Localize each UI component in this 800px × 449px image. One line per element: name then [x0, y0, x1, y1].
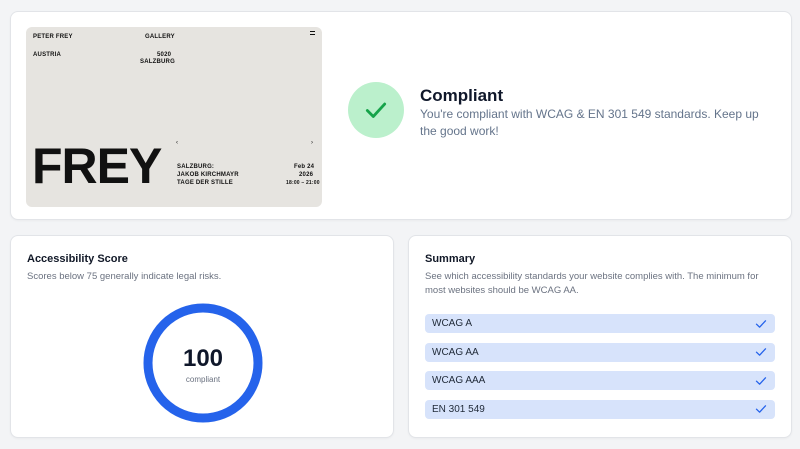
preview-city: SALZBURG — [140, 59, 175, 65]
standard-row-wcag-a: WCAG A — [425, 314, 775, 333]
preview-event-time: 18:00 – 21:00 — [286, 180, 320, 186]
preview-big-word: FREY — [32, 138, 162, 194]
score-value: 100 — [182, 345, 224, 372]
summary-subtitle: See which accessibility standards your w… — [425, 271, 759, 296]
preview-arrow-right-icon: › — [311, 140, 313, 146]
preview-event-title: TAGE DER STILLE — [177, 180, 233, 186]
score-subtitle: Scores below 75 generally indicate legal… — [27, 271, 222, 282]
preview-event-year: 2026 — [299, 172, 314, 178]
preview-header-center: GALLERY — [145, 34, 175, 40]
accessibility-score-card: Accessibility Score Scores below 75 gene… — [10, 235, 394, 438]
standard-row-en-301-549: EN 301 549 — [425, 399, 775, 419]
score-label: compliant — [185, 375, 221, 384]
standard-row-wcag-aaa: WCAG AAA — [425, 371, 775, 390]
preview-event-date: Feb 24 — [294, 164, 315, 170]
check-icon — [755, 405, 767, 413]
preview-location: AUSTRIA — [33, 52, 62, 58]
compliance-status-card: PETER FREY GALLERY AUSTRIA 5020 SALZBURG… — [10, 11, 792, 220]
preview-event-city: SALZBURG: — [177, 164, 215, 170]
preview-menu-icon — [310, 31, 315, 35]
preview-postcode: 5020 — [157, 52, 172, 58]
standards-list: WCAG A WCAG AA WCAG AAA EN 301 549 — [425, 314, 775, 428]
standard-label: WCAG AAA — [432, 375, 486, 386]
standard-label: WCAG AA — [432, 346, 479, 358]
standard-label: EN 301 549 — [432, 403, 485, 415]
compliant-badge — [348, 82, 404, 138]
status-title: Compliant — [420, 86, 504, 105]
check-icon — [365, 102, 387, 118]
score-title: Accessibility Score — [27, 253, 128, 265]
check-icon — [755, 319, 767, 328]
standard-row-wcag-aa: WCAG AA — [425, 342, 775, 362]
preview-event-artist: JAKOB KIRCHMAYR — [177, 172, 239, 178]
preview-header-left: PETER FREY — [33, 34, 73, 40]
check-icon — [755, 376, 767, 385]
standard-label: WCAG A — [432, 318, 473, 329]
preview-arrow-left-icon: ‹ — [176, 140, 178, 146]
website-preview-thumbnail: PETER FREY GALLERY AUSTRIA 5020 SALZBURG… — [26, 27, 322, 207]
summary-card: Summary See which accessibility standard… — [408, 235, 792, 438]
summary-title: Summary — [425, 253, 476, 265]
status-message: You're compliant with WCAG & EN 301 549 … — [420, 107, 759, 138]
check-icon — [755, 348, 767, 356]
